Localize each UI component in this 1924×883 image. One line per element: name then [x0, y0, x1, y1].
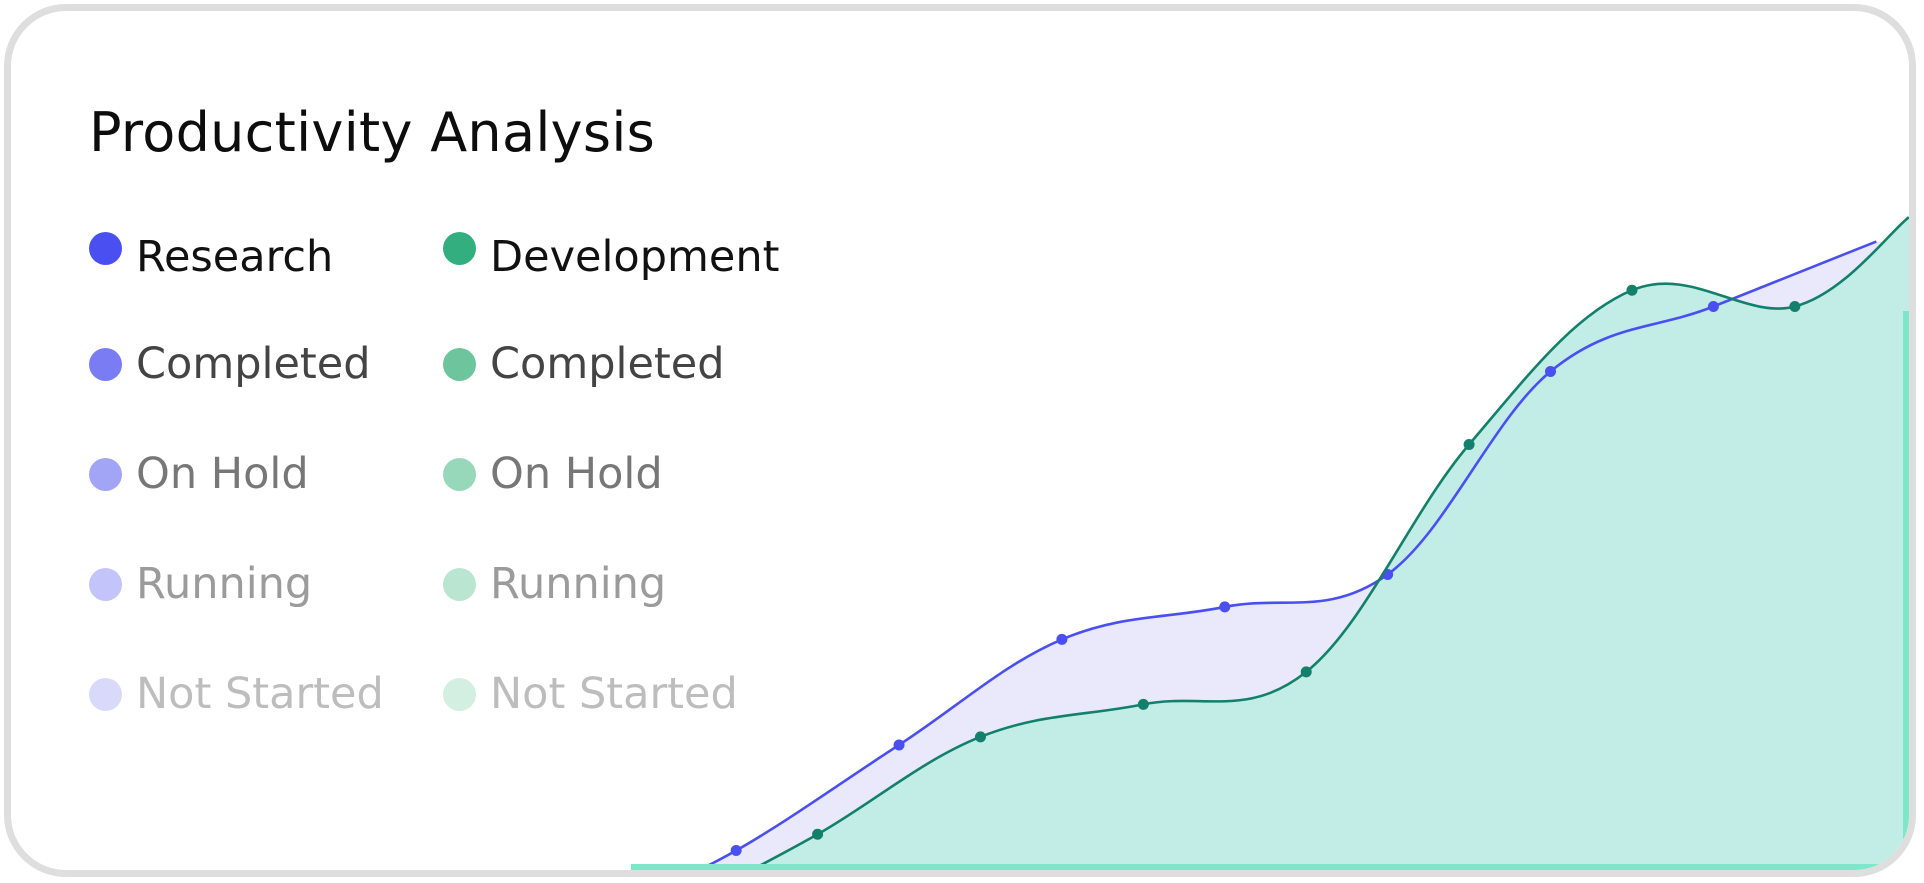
legend-label: Development — [490, 232, 780, 282]
legend-dot — [89, 567, 122, 601]
legend-item-research-on-hold: On Hold — [89, 419, 384, 529]
data-point-research — [1219, 601, 1231, 613]
data-point-research — [893, 739, 905, 751]
legend-research-group: Research Completed On Hold Running Not S… — [89, 211, 384, 749]
data-point-development — [1789, 300, 1801, 312]
legend-label: Completed — [490, 339, 725, 389]
data-point-development — [974, 731, 986, 743]
chart-card: Productivity Analysis Research Completed… — [4, 4, 1916, 877]
legend-label: Not Started — [136, 669, 384, 719]
data-point-development — [812, 828, 824, 840]
data-point-research — [1056, 633, 1068, 645]
data-point-development — [1463, 439, 1475, 451]
legend-item-development-completed: Completed — [443, 309, 779, 419]
legend-label: Running — [136, 559, 313, 609]
legend-label: Not Started — [490, 669, 738, 719]
data-point-research — [1707, 300, 1719, 312]
legend-dot — [443, 567, 476, 601]
data-point-development — [1137, 698, 1149, 710]
data-point-research — [730, 845, 742, 857]
legend-item-development-running: Running — [443, 529, 779, 639]
legend-item-research: Research — [89, 211, 384, 309]
legend-item-research-running: Running — [89, 529, 384, 639]
legend-item-research-not-started: Not Started — [89, 639, 384, 749]
legend-dot — [89, 457, 122, 491]
legend-label: Completed — [136, 339, 371, 389]
data-point-development — [1626, 284, 1638, 296]
legend-label: Running — [490, 559, 667, 609]
bottom-accent-stripe — [631, 864, 1909, 870]
legend-dot — [89, 677, 122, 711]
legend-label: On Hold — [136, 449, 309, 499]
legend-label: Research — [136, 232, 334, 282]
legend-item-development-on-hold: On Hold — [443, 419, 779, 529]
legend-dot — [443, 347, 476, 381]
legend-dot — [443, 232, 476, 265]
chart-title: Productivity Analysis — [89, 101, 656, 164]
legend-item-research-completed: Completed — [89, 309, 384, 419]
legend-label: On Hold — [490, 449, 663, 499]
legend-dot — [443, 677, 476, 711]
legend-dot — [89, 232, 122, 265]
legend-dot — [89, 347, 122, 381]
legend-development-group: Development Completed On Hold Running No… — [443, 211, 779, 749]
data-point-research — [1545, 365, 1557, 377]
legend-item-development-not-started: Not Started — [443, 639, 779, 749]
legend-item-development: Development — [443, 211, 779, 309]
right-accent-stripe — [1903, 311, 1909, 870]
legend-dot — [443, 457, 476, 491]
data-point-development — [1300, 666, 1312, 678]
